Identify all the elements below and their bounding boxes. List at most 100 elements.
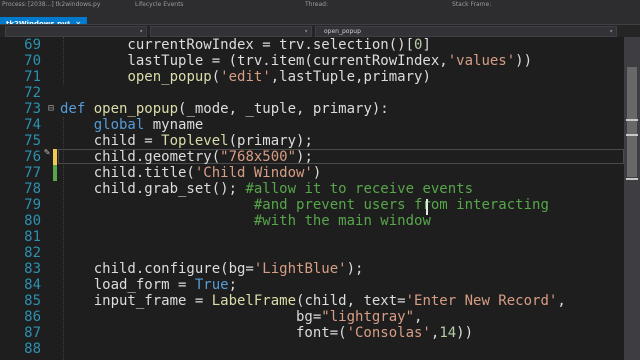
stack-frame-label: Stack Frame: bbox=[452, 1, 492, 8]
code-line[interactable]: 81 bbox=[0, 229, 624, 245]
line-number: 88 bbox=[24, 341, 41, 357]
code-token: load_form = bbox=[60, 277, 195, 293]
code-token: #with the main window bbox=[253, 213, 431, 229]
code-token: 'Child Window' bbox=[194, 165, 313, 181]
code-text[interactable]: #with the main window bbox=[60, 213, 431, 229]
code-line[interactable]: 82 bbox=[0, 245, 624, 261]
code-line[interactable]: 78 child.grab_set(); #allow it to receiv… bbox=[0, 181, 624, 197]
code-text[interactable]: child.title('Child Window') bbox=[60, 165, 322, 181]
code-text[interactable]: lastTuple = (trv.item(currentRowIndex,'v… bbox=[60, 53, 532, 69]
code-token: LabelFrame bbox=[211, 293, 297, 309]
code-text[interactable]: open_popup('edit',lastTuple,primary) bbox=[60, 69, 431, 85]
code-text[interactable]: global myname bbox=[60, 117, 204, 133]
line-number: 74 bbox=[24, 117, 41, 133]
scope-dropdown[interactable]: ▾ bbox=[5, 26, 147, 37]
code-text[interactable]: #and prevent users from interacting bbox=[60, 197, 549, 213]
line-number: 83 bbox=[24, 261, 41, 277]
code-line[interactable]: 85 input_frame = LabelFrame(child, text=… bbox=[0, 293, 624, 309]
code-line[interactable]: 77 child.title('Child Window') bbox=[0, 165, 624, 181]
thread-label: Thread: bbox=[305, 1, 329, 8]
code-line[interactable]: 86 bg="lightgray", bbox=[0, 309, 624, 325]
code-line[interactable]: 69 currentRowIndex = trv.selection()[0] bbox=[0, 37, 624, 53]
code-token: Toplevel bbox=[161, 133, 229, 149]
code-editor[interactable]: 69 currentRowIndex = trv.selection()[0] 7… bbox=[0, 37, 624, 360]
code-line[interactable]: 84 load_form = True; bbox=[0, 277, 624, 293]
code-token: 'edit' bbox=[220, 69, 271, 85]
code-token: child.configure(bg= bbox=[60, 261, 254, 277]
line-number: 73 bbox=[24, 101, 41, 117]
code-token: , bbox=[414, 309, 423, 325]
code-line[interactable]: 80 #with the main window bbox=[0, 213, 624, 229]
line-number: 81 bbox=[24, 229, 41, 245]
process-label: Process: bbox=[2, 1, 27, 8]
code-text[interactable]: child.configure(bg='LightBlue'); bbox=[60, 261, 364, 277]
code-text[interactable]: input_frame = LabelFrame(child, text='En… bbox=[60, 293, 566, 309]
navigation-bar: ▾ ▾ open_popup ▾ bbox=[0, 24, 640, 37]
code-text[interactable]: font=('Consolas',14)) bbox=[60, 325, 473, 341]
code-text[interactable]: currentRowIndex = trv.selection()[0] bbox=[60, 37, 430, 53]
line-number: 80 bbox=[24, 213, 41, 229]
code-line[interactable]: 72 bbox=[0, 85, 624, 101]
code-token: 'LightBlue' bbox=[253, 261, 347, 277]
member-dropdown[interactable]: open_popup ▾ bbox=[315, 26, 617, 37]
code-token: lastTuple = (trv.item(currentRowIndex, bbox=[60, 53, 448, 69]
code-token: input_frame = bbox=[60, 293, 212, 309]
code-token: ); bbox=[296, 149, 313, 165]
code-token: def bbox=[60, 101, 94, 117]
code-token: "768x500" bbox=[220, 149, 297, 165]
code-token: ,lastTuple,primary) bbox=[270, 69, 431, 85]
line-number: 86 bbox=[24, 309, 41, 325]
chevron-down-icon: ▾ bbox=[139, 28, 143, 35]
code-line[interactable]: 75 child = Toplevel(primary); bbox=[0, 133, 624, 149]
line-number: 75 bbox=[24, 133, 41, 149]
code-token: child = bbox=[60, 133, 162, 149]
code-token: ) bbox=[312, 165, 322, 181]
line-number: 84 bbox=[24, 277, 41, 293]
code-token: )) bbox=[456, 325, 474, 341]
type-dropdown[interactable]: ▾ bbox=[150, 26, 312, 37]
code-token: #allow it to receive events bbox=[245, 181, 474, 197]
line-number: 72 bbox=[24, 85, 41, 101]
code-token: 'Consolas' bbox=[346, 325, 431, 341]
code-token: currentRowIndex = trv.selection()[ bbox=[60, 37, 415, 53]
code-text[interactable]: load_form = True; bbox=[60, 277, 237, 293]
code-line[interactable]: 74 global myname bbox=[0, 117, 624, 133]
lifecycle-events-label[interactable]: Lifecycle Events bbox=[135, 0, 184, 10]
collapse-icon[interactable]: ⊟ bbox=[48, 101, 54, 117]
code-token: (primary); bbox=[228, 133, 313, 149]
code-token: (_mode, _tuple, primary): bbox=[178, 101, 389, 117]
code-line[interactable]: 87 font=('Consolas',14)) bbox=[0, 325, 624, 341]
code-line[interactable]: 83 child.configure(bg='LightBlue'); bbox=[0, 261, 624, 277]
line-number: 70 bbox=[24, 53, 41, 69]
code-line[interactable]: 70 lastTuple = (trv.item(currentRowIndex… bbox=[0, 53, 624, 69]
code-text[interactable]: bg="lightgray", bbox=[60, 309, 422, 325]
code-text[interactable]: def open_popup(_mode, _tuple, primary): bbox=[60, 101, 389, 117]
code-token: 14 bbox=[439, 325, 457, 341]
code-line[interactable]: 88 bbox=[0, 341, 624, 357]
code-line[interactable]: 71 open_popup('edit',lastTuple,primary) bbox=[0, 69, 624, 85]
code-token: ; bbox=[228, 277, 238, 293]
code-token: ( bbox=[211, 69, 221, 85]
code-text[interactable]: child.geometry("768x500"); bbox=[60, 149, 313, 165]
line-number: 69 bbox=[24, 37, 41, 53]
change-marker bbox=[53, 165, 57, 181]
code-token: myname bbox=[144, 117, 204, 133]
line-number: 71 bbox=[24, 69, 41, 85]
code-token: 'values' bbox=[447, 53, 516, 69]
scrollbar-thumb[interactable] bbox=[627, 67, 637, 177]
line-number: 79 bbox=[24, 197, 41, 213]
process-dropdown[interactable]: [2038...] tk2windows.py bbox=[28, 0, 100, 10]
code-line[interactable]: 73 ⊟ def open_popup(_mode, _tuple, primary… bbox=[0, 101, 624, 117]
vertical-scrollbar[interactable] bbox=[624, 37, 640, 360]
code-text[interactable]: child = Toplevel(primary); bbox=[60, 133, 313, 149]
code-token: child.geometry( bbox=[60, 149, 221, 165]
code-line[interactable]: 79 #and prevent users from interacting bbox=[0, 197, 624, 213]
code-line[interactable]: 76 child.geometry("768x500"); bbox=[0, 149, 624, 165]
line-number: 77 bbox=[24, 165, 41, 181]
code-text[interactable]: child.grab_set(); #allow it to receive e… bbox=[60, 181, 473, 197]
chevron-down-icon: ▾ bbox=[304, 28, 308, 35]
code-token: )) bbox=[515, 53, 533, 69]
